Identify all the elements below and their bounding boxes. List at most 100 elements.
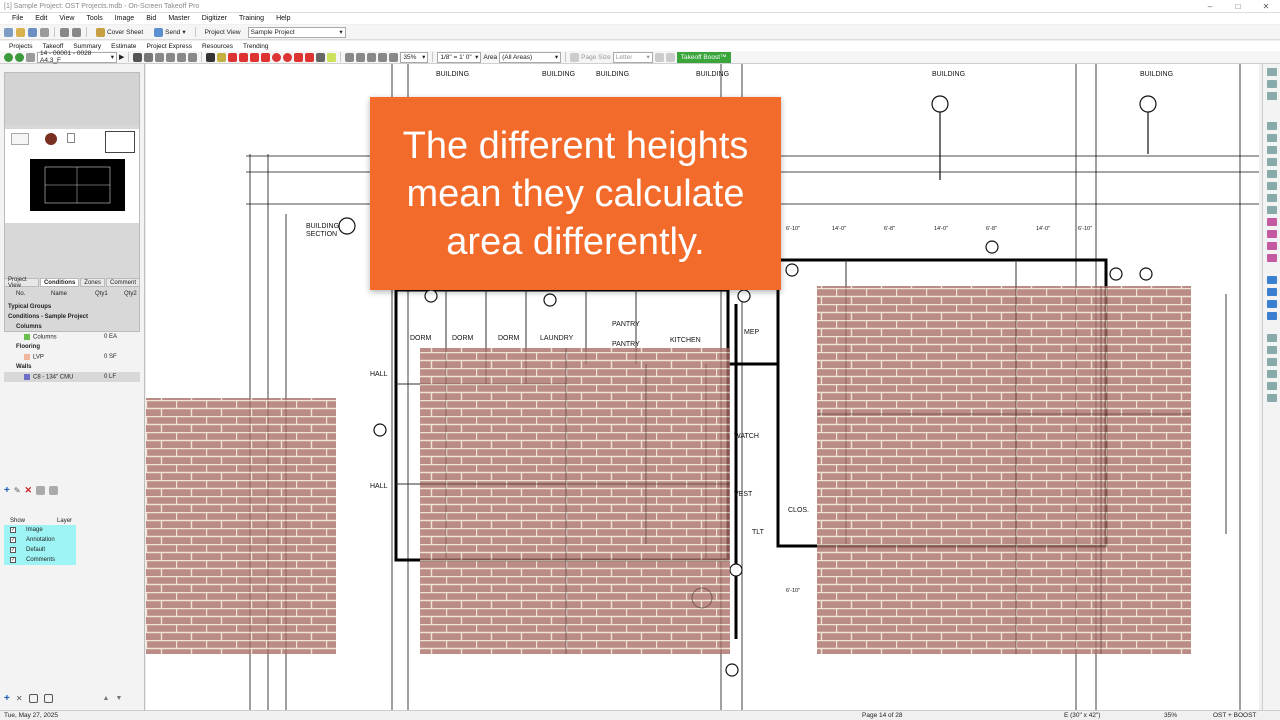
magic-wand-icon[interactable] xyxy=(570,52,580,62)
menu-view[interactable]: View xyxy=(53,15,80,22)
callout-tool-icon[interactable] xyxy=(305,52,315,62)
column-header-name[interactable]: Name xyxy=(51,291,67,297)
condition-row[interactable]: Columns 0 EA xyxy=(4,332,140,342)
move-down-icon[interactable]: ▼ xyxy=(115,695,122,702)
tab-zones[interactable]: Zones xyxy=(80,278,105,287)
minimize-icon[interactable]: – xyxy=(1196,2,1224,11)
condition-row[interactable]: LVP 0 SF xyxy=(4,352,140,362)
print-page-icon[interactable] xyxy=(654,52,664,62)
tool-11-icon[interactable] xyxy=(1266,206,1277,214)
forward-icon[interactable] xyxy=(15,52,24,62)
tool-23-icon[interactable] xyxy=(1266,370,1277,378)
layer-row[interactable]: ✓ Annotation xyxy=(4,535,76,545)
close-icon[interactable]: ✕ xyxy=(1252,2,1280,11)
thumbnail-page[interactable] xyxy=(5,129,139,223)
new-icon[interactable] xyxy=(4,27,13,37)
menu-bid[interactable]: Bid xyxy=(140,15,162,22)
project-select[interactable]: Sample Project ▾ xyxy=(247,26,346,38)
hatch-tool-icon[interactable] xyxy=(316,52,326,62)
line-tool-icon[interactable] xyxy=(239,52,249,62)
text-tool-icon[interactable] xyxy=(206,52,216,62)
add-condition-icon[interactable]: + xyxy=(4,485,10,496)
layer-row[interactable]: ✓ Image xyxy=(4,525,76,535)
tool-14-icon[interactable] xyxy=(1266,242,1277,250)
menu-edit[interactable]: Edit xyxy=(29,15,53,22)
delete-layer-icon[interactable]: ✕ xyxy=(16,694,23,703)
tool-16-icon[interactable] xyxy=(1266,276,1277,284)
cut-icon[interactable] xyxy=(1266,122,1277,130)
zoom-select[interactable]: 35% ▾ xyxy=(400,51,429,63)
paste-icon[interactable] xyxy=(1266,146,1277,154)
project-view-button[interactable]: Project View xyxy=(201,26,245,38)
menu-help[interactable]: Help xyxy=(270,15,296,22)
menu-training[interactable]: Training xyxy=(233,15,270,22)
column-header-qty1[interactable]: Qty1 xyxy=(95,291,108,297)
menu-digitizer[interactable]: Digitizer xyxy=(196,15,233,22)
nav-summary[interactable]: Summary xyxy=(68,43,106,50)
layer-row[interactable]: ✓ Comments xyxy=(4,555,76,565)
send-button[interactable]: Send ▾ xyxy=(150,26,189,38)
page-list-icon[interactable] xyxy=(26,52,35,62)
drawing-canvas[interactable]: DORM DORM DORM LAUNDRY PANTRY PANTRY KIT… xyxy=(146,64,1259,710)
zoom-out-2-icon[interactable] xyxy=(356,52,366,62)
tool-17-icon[interactable] xyxy=(1266,288,1277,296)
zoom-in-icon[interactable] xyxy=(155,52,165,62)
column-header-qty2[interactable]: Qty2 xyxy=(124,291,137,297)
menu-master[interactable]: Master xyxy=(162,15,195,22)
layer-properties-icon[interactable] xyxy=(28,693,38,703)
layer-visibility-checkbox[interactable]: ✓ xyxy=(10,547,16,553)
page-size-select[interactable]: Letter ▾ xyxy=(612,51,653,63)
nav-resources[interactable]: Resources xyxy=(197,43,238,50)
pan-icon[interactable] xyxy=(144,52,154,62)
tool-7-icon[interactable] xyxy=(1266,158,1277,166)
nav-project-express[interactable]: Project Express xyxy=(141,43,197,50)
note-tool-icon[interactable] xyxy=(327,52,337,62)
thumbnail-blank[interactable] xyxy=(5,73,139,125)
print-icon[interactable] xyxy=(40,27,49,37)
delete-condition-icon[interactable]: ✕ xyxy=(25,485,33,496)
scale-select[interactable]: 1/8" = 1' 0" ▾ xyxy=(437,51,482,63)
tool-1-icon[interactable] xyxy=(1266,68,1277,76)
tool-15-icon[interactable] xyxy=(1266,254,1277,262)
edit-condition-icon[interactable]: ✎ xyxy=(14,486,21,495)
tool-18-icon[interactable] xyxy=(1266,300,1277,308)
zoom-page-icon[interactable] xyxy=(378,52,388,62)
tool-22-icon[interactable] xyxy=(1266,358,1277,366)
condition-properties-icon[interactable] xyxy=(49,485,59,495)
zoom-out-icon[interactable] xyxy=(166,52,176,62)
tool-20-icon[interactable] xyxy=(1266,334,1277,342)
menu-tools[interactable]: Tools xyxy=(80,15,108,22)
undo-icon[interactable] xyxy=(60,27,69,37)
condition-row[interactable]: Columns xyxy=(4,322,140,332)
zoom-previous-icon[interactable] xyxy=(367,52,377,62)
zoom-in-2-icon[interactable] xyxy=(345,52,355,62)
layer-row[interactable]: ✓ Default xyxy=(4,545,76,555)
maximize-icon[interactable]: □ xyxy=(1224,2,1252,11)
next-page-icon[interactable]: ▶ xyxy=(119,53,124,61)
ellipse-tool-icon[interactable] xyxy=(272,52,282,62)
pen-icon[interactable] xyxy=(228,52,238,62)
nav-estimate[interactable]: Estimate xyxy=(106,43,141,50)
circle-tool-icon[interactable] xyxy=(283,52,293,62)
tool-24-icon[interactable] xyxy=(1266,382,1277,390)
rectangle-tool-icon[interactable] xyxy=(261,52,271,62)
tab-project-view[interactable]: Project View xyxy=(4,277,39,289)
tab-conditions[interactable]: Conditions xyxy=(39,278,80,287)
condition-row[interactable]: Walls xyxy=(4,362,140,372)
move-up-icon[interactable]: ▲ xyxy=(103,695,110,702)
tool-9-icon[interactable] xyxy=(1266,182,1277,190)
condition-row[interactable]: C8 - 134" CMU 0 LF xyxy=(4,372,140,382)
pointer-icon[interactable] xyxy=(133,52,143,62)
condition-row[interactable]: Flooring xyxy=(4,342,140,352)
nav-trending[interactable]: Trending xyxy=(238,43,273,50)
nav-takeoff[interactable]: Takeoff xyxy=(37,43,68,50)
takeoff-boost-button[interactable]: Takeoff Boost™ xyxy=(676,51,731,63)
area-select[interactable]: (All Areas) ▾ xyxy=(499,51,562,63)
nav-projects[interactable]: Projects xyxy=(4,43,37,50)
column-header-no[interactable]: No. xyxy=(16,291,25,297)
tool-3-icon[interactable] xyxy=(1266,92,1277,100)
open-icon[interactable] xyxy=(16,27,25,37)
layer-visibility-checkbox[interactable]: ✓ xyxy=(10,537,16,543)
layer-copy-icon[interactable] xyxy=(43,693,53,703)
condition-row[interactable]: Conditions - Sample Project xyxy=(4,312,140,322)
